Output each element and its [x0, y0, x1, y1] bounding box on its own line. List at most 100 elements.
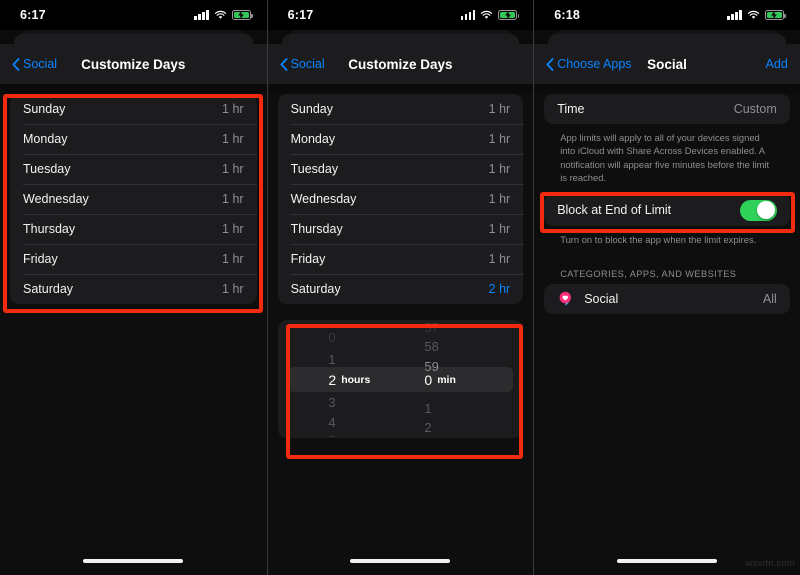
table-row[interactable]: Wednesday 1 hr [10, 184, 257, 214]
content-area: Sunday 1 hr Monday 1 hr Tuesday 1 hr Wednes… [0, 94, 267, 575]
add-button[interactable]: Add [766, 57, 788, 71]
category-row-social[interactable]: Social All [544, 284, 790, 314]
picker-option-selected[interactable]: 0 min [414, 369, 500, 390]
chevron-left-icon [546, 57, 554, 71]
table-row[interactable]: Sunday 1 hr [278, 94, 524, 124]
picker-minutes-unit: min [437, 373, 456, 386]
table-row[interactable]: Monday 1 hr [10, 124, 257, 154]
home-indicator [83, 559, 184, 563]
picker-option-selected[interactable]: 2 hours [300, 369, 386, 390]
panel-customize-days-picker: 6:17 Social Customize Days Sunday 1 hr M… [266, 0, 534, 575]
day-value: 1 hr [222, 132, 244, 146]
picker-option[interactable]: 0 [300, 327, 386, 348]
day-value: 1 hr [488, 132, 511, 146]
back-button-social[interactable]: Social [280, 57, 325, 71]
day-label: Sunday [23, 102, 66, 116]
picker-hours-value: 2 [328, 371, 337, 388]
limits-footnote: App limits will apply to all of your dev… [560, 132, 770, 184]
status-bar: 6:18 [534, 0, 800, 30]
table-row[interactable]: Thursday 1 hr [10, 214, 257, 244]
block-footnote: Turn on to block the app when the limit … [560, 234, 757, 246]
block-at-end-of-limit-row[interactable]: Block at End of Limit [544, 194, 790, 226]
back-button-label: Social [23, 57, 58, 71]
picker-minutes-value: 0 [424, 371, 433, 388]
day-value: 1 hr [222, 252, 244, 266]
battery-charging-icon [498, 10, 520, 20]
time-group: Time Custom [544, 94, 790, 124]
picker-column-hours[interactable]: 0 1 2hours 3 4 5 [278, 320, 393, 438]
table-row-selected[interactable]: Saturday 2 hr [278, 274, 524, 304]
screenshot-root: 6:17 Social Customize Days Sunday 1 hr M… [0, 0, 800, 575]
battery-charging-icon [231, 10, 253, 20]
time-value: Custom [733, 102, 777, 116]
picker-option[interactable]: 5 [300, 430, 386, 438]
sheet-stack [268, 30, 534, 48]
navigation-bar: Choose Apps Social Add [534, 44, 800, 84]
block-label: Block at End of Limit [557, 203, 672, 218]
status-bar-indicators [194, 10, 253, 20]
wifi-icon [481, 10, 493, 19]
picker-option[interactable]: 1 [300, 349, 386, 370]
table-row[interactable]: Sunday 1 hr [10, 94, 257, 124]
duration-picker[interactable]: 0 1 2hours 3 4 5 57 58 59 [277, 320, 524, 438]
day-value: 1 hr [222, 282, 244, 296]
table-row[interactable]: Saturday 1 hr [10, 274, 257, 304]
day-value: 1 hr [222, 192, 244, 206]
days-list: Sunday 1 hr Monday 1 hr Tuesday 1 hr Wednes… [277, 94, 524, 304]
block-at-end-of-limit-toggle[interactable] [739, 199, 777, 221]
days-list: Sunday 1 hr Monday 1 hr Tuesday 1 hr Wednes… [10, 94, 257, 304]
categories-section-header: CATEGORIES, APPS, AND WEBSITES [560, 268, 737, 279]
status-bar-time: 6:18 [554, 8, 581, 22]
picker-option[interactable]: 1 [414, 398, 500, 419]
day-value: 1 hr [488, 162, 511, 176]
picker-column-minutes[interactable]: 57 58 59 0min 1 2 3 [392, 320, 523, 438]
home-indicator [616, 559, 717, 563]
day-value: 1 hr [222, 222, 244, 236]
day-label: Saturday [290, 282, 341, 296]
cellular-bars-icon [727, 10, 742, 20]
chevron-left-icon [280, 57, 288, 71]
table-row[interactable]: Tuesday 1 hr [10, 154, 257, 184]
navigation-bar: Social Customize Days [0, 44, 267, 84]
day-value: 1 hr [488, 252, 511, 266]
back-button-social[interactable]: Social [12, 57, 57, 71]
home-indicator [350, 559, 451, 563]
day-value: 1 hr [488, 222, 511, 236]
back-button-choose-apps[interactable]: Choose Apps [546, 57, 632, 71]
categories-group: Social All [544, 283, 790, 314]
battery-charging-icon [764, 10, 786, 20]
table-row[interactable]: Friday 1 hr [278, 244, 524, 274]
table-row[interactable]: Monday 1 hr [278, 124, 524, 154]
picker-hours-unit: hours [341, 373, 371, 386]
status-bar-time: 6:17 [20, 8, 46, 22]
picker-option[interactable]: 3 [300, 392, 386, 413]
watermark: wsxdn.com [745, 558, 795, 569]
status-bar-indicators [460, 10, 520, 20]
back-button-label: Choose Apps [557, 57, 632, 71]
day-label: Tuesday [290, 162, 339, 176]
table-row[interactable]: Tuesday 1 hr [278, 154, 524, 184]
status-bar: 6:17 [267, 0, 534, 30]
day-value: 2 hr [488, 282, 511, 296]
day-label: Monday [290, 132, 336, 146]
navigation-bar: Social Customize Days [267, 44, 534, 84]
sheet-stack [0, 30, 267, 48]
panel-app-limit-settings: 6:18 Choose Apps Social Add Time Custom … [533, 0, 800, 575]
wifi-icon [747, 10, 759, 19]
table-row[interactable]: Thursday 1 hr [278, 214, 524, 244]
day-label: Monday [23, 132, 68, 146]
picker-option[interactable]: 3 [414, 434, 500, 438]
picker-option[interactable]: 58 [414, 336, 500, 357]
content-area: Sunday 1 hr Monday 1 hr Tuesday 1 hr Wednes… [267, 94, 534, 575]
time-row[interactable]: Time Custom [544, 94, 790, 124]
status-bar-indicators [727, 10, 786, 20]
table-row[interactable]: Wednesday 1 hr [278, 184, 524, 214]
day-label: Friday [23, 252, 58, 266]
day-label: Sunday [290, 102, 333, 116]
content-area: Time Custom App limits will apply to all… [534, 94, 800, 575]
time-label: Time [557, 102, 585, 116]
table-row[interactable]: Friday 1 hr [10, 244, 257, 274]
back-button-label: Social [290, 57, 325, 71]
sheet-stack [534, 30, 800, 48]
category-label: Social [584, 291, 619, 306]
